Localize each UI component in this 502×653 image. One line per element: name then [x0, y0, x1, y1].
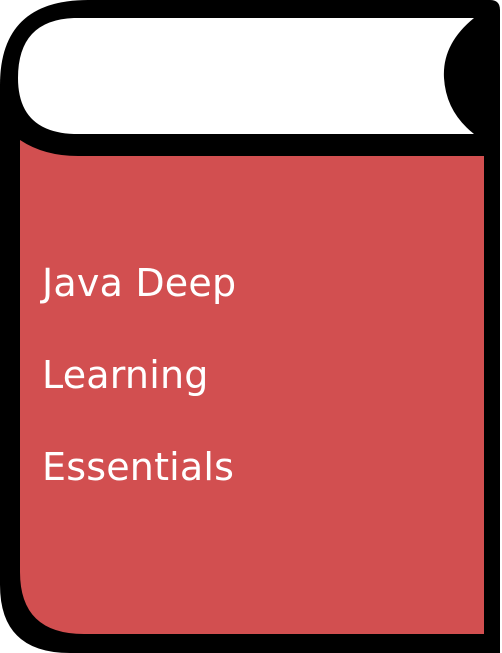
book-icon: Java Deep Learning Essentials — [0, 0, 502, 653]
book-pages — [18, 18, 474, 134]
book-title-line-1: Java Deep — [42, 261, 237, 305]
book-title-line-2: Learning — [42, 353, 209, 397]
book-title-line-3: Essentials — [42, 445, 235, 489]
book-title: Java Deep Learning Essentials — [42, 214, 462, 536]
